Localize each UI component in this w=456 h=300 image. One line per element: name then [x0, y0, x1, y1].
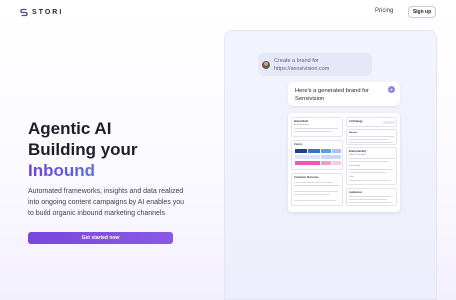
brand-brief-title: Brand Brief — [294, 119, 309, 123]
hero-desc-line2: into ongoing content campaigns by AI ena… — [28, 199, 185, 206]
color-swatch — [332, 161, 341, 165]
ai-message-text: Here's a generated brand for Sensivision — [295, 87, 369, 103]
value-proposition-label: Value Proposition — [349, 154, 366, 156]
ai-avatar-icon: ✦ — [388, 86, 395, 93]
ai-message-line1: Here's a generated brand for — [295, 88, 369, 94]
user-message: Create a brand for https://sensivision.c… — [258, 53, 372, 76]
brand-brief-section: Brand Brief Brand Essence — [291, 117, 343, 137]
strategy-title: AI Strategy — [349, 119, 363, 123]
logo[interactable]: STORI — [20, 8, 63, 17]
generated-brand-card[interactable]: Brand Brief Brand Essence Colors Custome… — [288, 113, 400, 212]
customer-personas-section: Customer Personas — [291, 173, 343, 206]
hero-title-line1: Agentic AI — [28, 119, 112, 138]
stori-logo-icon — [20, 8, 28, 17]
hero-title-line2: Building your — [28, 140, 138, 159]
user-message-line1: Create a brand for — [274, 57, 319, 64]
audiences-title: Audiences — [349, 190, 363, 194]
hero-desc-line1: Automated frameworks, insights and data … — [28, 188, 184, 195]
strategy-section: AI Strategy — [346, 117, 397, 127]
color-swatch — [295, 161, 320, 165]
brand-identity-section: Brand Identity Value Proposition Persona… — [346, 147, 397, 185]
nav-pricing-link[interactable]: Pricing — [375, 8, 393, 14]
tone-label: Tone — [349, 176, 354, 178]
color-swatch — [321, 149, 331, 153]
user-message-url: https://sensivision.com — [274, 65, 330, 72]
color-swatch — [308, 149, 320, 153]
colors-title: Colors — [294, 142, 303, 146]
personality-label: Personality — [349, 165, 360, 167]
brand-essence-label: Brand Essence — [294, 124, 309, 126]
ai-message: Here's a generated brand for Sensivision… — [288, 82, 400, 106]
ai-message-line2: Sensivision — [295, 96, 325, 102]
audiences-section: Audiences — [346, 188, 397, 206]
color-swatch — [295, 149, 307, 153]
colors-section: Colors — [291, 140, 343, 170]
color-swatch — [332, 149, 341, 153]
user-avatar — [262, 60, 270, 69]
color-swatch — [321, 161, 331, 165]
signup-button[interactable]: Sign up — [408, 6, 436, 18]
color-swatch — [321, 155, 341, 159]
user-message-text: Create a brand for https://sensivision.c… — [274, 57, 329, 73]
hero-title: Agentic AI Building your Inbound — [28, 118, 138, 181]
hero-title-highlight: Inbound — [28, 160, 138, 181]
brand-identity-title: Brand Identity — [349, 149, 367, 153]
logo-text: STORI — [32, 9, 64, 16]
mission-label: Mission — [349, 131, 358, 134]
mission-section: Mission — [346, 129, 397, 145]
hero-description: Automated frameworks, insights and data … — [28, 186, 218, 219]
hero-desc-line3: to build organic inbound marketing chann… — [28, 210, 165, 217]
get-started-button[interactable]: Get started now — [28, 232, 173, 244]
customer-personas-title: Customer Personas — [294, 175, 319, 179]
color-swatch — [295, 155, 320, 159]
